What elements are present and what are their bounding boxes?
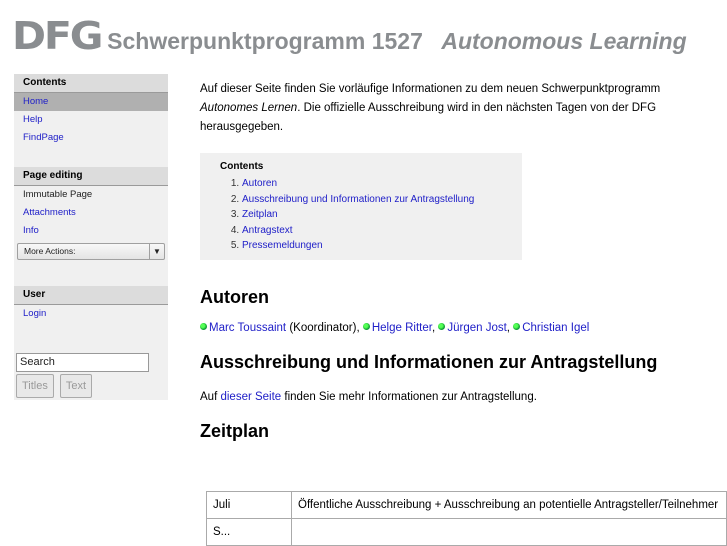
para-text: finden Sie mehr Informationen zur Antrag…	[281, 390, 537, 403]
zeitplan-table: Juli Öffentliche Ausschreibung + Ausschr…	[206, 491, 727, 546]
toc-item[interactable]: Autoren	[242, 176, 522, 192]
intro-paragraph: Auf dieser Seite finden Sie vorläufige I…	[200, 80, 720, 137]
globe-icon	[362, 322, 370, 330]
sidebar-item-home[interactable]: Home	[14, 93, 168, 111]
toc-link-ausschreibung[interactable]: Ausschreibung und Informationen zur Antr…	[242, 194, 474, 205]
sidebar-item-help[interactable]: Help	[14, 111, 168, 129]
intro-emphasis: Autonomes Lernen	[200, 102, 298, 114]
more-actions-select[interactable]: More Actions: ▼	[17, 243, 165, 260]
globe-icon	[513, 322, 521, 330]
site-title: Schwerpunktprogramm 1527	[107, 28, 423, 54]
toc-title: Contents	[220, 161, 264, 172]
site-header: DFG Schwerpunktprogramm 1527 Autonomous …	[12, 14, 687, 58]
table-row: S...	[206, 518, 727, 546]
sidebar-heading-user: User	[14, 286, 168, 305]
sidebar-item-immutable-page: Immutable Page	[23, 189, 93, 200]
sidebar-item-info[interactable]: Info	[14, 222, 168, 240]
month-cell: S...	[206, 518, 292, 546]
para-text: Auf	[200, 390, 221, 403]
sidebar: Contents Home Help FindPage Page editing…	[14, 74, 168, 400]
toc-link-autoren[interactable]: Autoren	[242, 178, 277, 189]
month-cell: Juli	[206, 491, 292, 519]
dieser-seite-link[interactable]: dieser Seite	[220, 391, 281, 403]
table-row: Juli Öffentliche Ausschreibung + Ausschr…	[206, 491, 727, 519]
heading-autoren: Autoren	[200, 286, 269, 307]
search-input[interactable]: Search	[16, 353, 149, 372]
author-link[interactable]: Jürgen Jost	[447, 322, 506, 334]
intro-text: Auf dieser Seite finden Sie vorläufige I…	[200, 83, 661, 95]
table-of-contents: Contents Autoren Ausschreibung und Infor…	[200, 153, 522, 260]
author-link[interactable]: Christian Igel	[522, 322, 589, 334]
coordinator-note: (Koordinator),	[286, 321, 360, 334]
info-link[interactable]: Info	[23, 225, 39, 236]
sidebar-item-attachments[interactable]: Attachments	[14, 204, 168, 222]
globe-icon	[200, 322, 207, 330]
author-link[interactable]: Helge Ritter	[372, 322, 432, 334]
chevron-down-icon[interactable]: ▼	[149, 244, 164, 259]
titles-search-button[interactable]: Titles	[16, 374, 54, 398]
toc-link-zeitplan[interactable]: Zeitplan	[242, 209, 278, 220]
toc-list: Autoren Ausschreibung und Informationen …	[220, 176, 522, 254]
dfg-logo: DFG	[12, 14, 103, 58]
authors-list: Marc Toussaint (Koordinator), Helge Ritt…	[200, 322, 720, 334]
heading-ausschreibung: Ausschreibung und Informationen zur Antr…	[200, 351, 658, 372]
site-subtitle: Autonomous Learning	[441, 28, 687, 54]
text-search-button[interactable]: Text	[59, 374, 93, 398]
event-cell: Öffentliche Ausschreibung + Ausschreibun…	[291, 491, 727, 519]
sidebar-item-findpage[interactable]: FindPage	[14, 129, 168, 147]
search-buttons: Titles Text	[16, 374, 168, 398]
findpage-link[interactable]: FindPage	[23, 132, 64, 143]
toc-item[interactable]: Zeitplan	[242, 207, 522, 223]
globe-icon	[438, 322, 446, 330]
login-link[interactable]: Login	[23, 308, 46, 319]
toc-link-pressemeldungen[interactable]: Pressemeldungen	[242, 240, 323, 251]
more-actions-label: More Actions:	[24, 246, 76, 256]
home-link[interactable]: Home	[23, 96, 48, 107]
heading-zeitplan: Zeitplan	[200, 420, 270, 441]
toc-link-antragstext[interactable]: Antragstext	[242, 225, 293, 236]
help-link[interactable]: Help	[23, 114, 43, 125]
toc-item[interactable]: Antragstext	[242, 223, 522, 239]
sidebar-heading-page-editing: Page editing	[14, 167, 168, 186]
main-content: Auf dieser Seite finden Sie vorläufige I…	[200, 80, 720, 442]
toc-item[interactable]: Pressemeldungen	[242, 238, 522, 254]
attachments-link[interactable]: Attachments	[23, 207, 76, 218]
ausschreibung-paragraph: Auf dieser Seite finden Sie mehr Informa…	[200, 391, 720, 403]
author-link[interactable]: Marc Toussaint	[209, 322, 286, 334]
sidebar-item-login[interactable]: Login	[14, 305, 168, 323]
event-cell	[291, 518, 727, 546]
sidebar-heading-contents: Contents	[14, 74, 168, 93]
toc-item[interactable]: Ausschreibung und Informationen zur Antr…	[242, 192, 522, 208]
